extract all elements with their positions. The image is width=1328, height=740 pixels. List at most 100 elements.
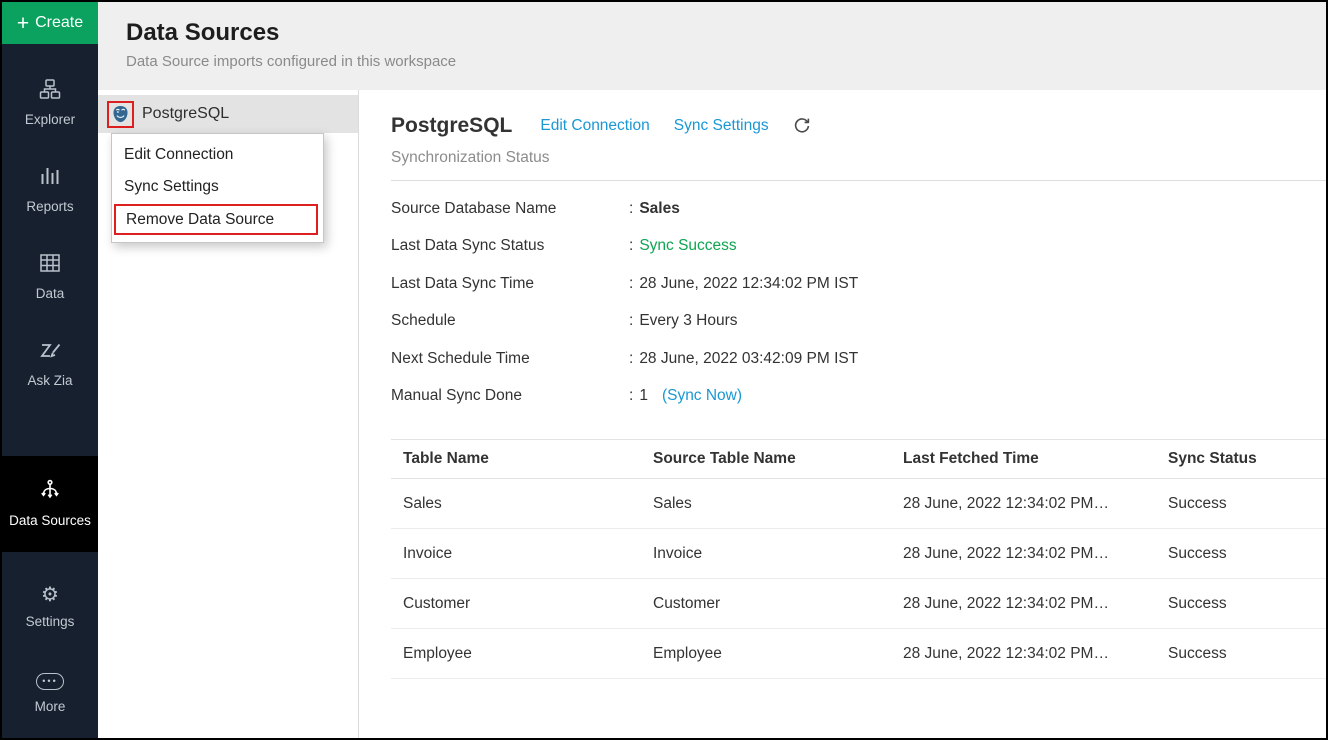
- sidebar-item-label: Explorer: [19, 111, 81, 129]
- sidebar-item-ask-zia[interactable]: Ask Zia: [2, 321, 98, 408]
- detail-value: Every 3 Hours: [639, 312, 737, 330]
- detail-row: Last Data Sync Time : 28 June, 2022 12:3…: [391, 265, 1326, 303]
- page-header: Data Sources Data Source imports configu…: [98, 2, 1326, 90]
- cell-sync-status: Success: [1156, 545, 1326, 563]
- sidebar-item-reports[interactable]: Reports: [2, 147, 98, 234]
- data-sources-icon: [39, 479, 61, 504]
- detail-title-row: PostgreSQL Edit Connection Sync Settings: [391, 114, 1326, 138]
- sidebar-spacer: [2, 408, 98, 456]
- cell-source-table-name: Invoice: [641, 545, 891, 563]
- menu-item-sync-settings[interactable]: Sync Settings: [112, 171, 323, 203]
- cell-last-fetched-time: 28 June, 2022 12:34:02 PM…: [891, 495, 1156, 513]
- cell-table-name: Sales: [391, 495, 641, 513]
- detail-label: Next Schedule Time: [391, 350, 629, 368]
- cell-source-table-name: Employee: [641, 645, 891, 663]
- table-row: Employee Employee 28 June, 2022 12:34:02…: [391, 629, 1326, 679]
- reports-icon: [39, 165, 61, 190]
- sources-panel: PostgreSQL Edit Connection Sync Settings…: [98, 90, 359, 738]
- source-item-postgresql[interactable]: PostgreSQL: [98, 95, 358, 133]
- detail-value: 1: [639, 387, 648, 405]
- col-header-sync-status: Sync Status: [1156, 450, 1326, 468]
- cell-sync-status: Success: [1156, 595, 1326, 613]
- col-header-table-name: Table Name: [391, 450, 641, 468]
- sidebar-nav: Explorer Reports Data: [2, 44, 98, 738]
- postgresql-icon: [111, 105, 130, 124]
- detail-row: Manual Sync Done : 1 (Sync Now): [391, 378, 1326, 416]
- refresh-icon[interactable]: [793, 117, 811, 135]
- cell-sync-status: Success: [1156, 495, 1326, 513]
- sidebar-item-data-sources[interactable]: Data Sources: [2, 456, 98, 552]
- cell-source-table-name: Sales: [641, 495, 891, 513]
- detail-separator: :: [629, 275, 633, 293]
- detail-row: Last Data Sync Status : Sync Success: [391, 228, 1326, 266]
- detail-label: Last Data Sync Status: [391, 237, 629, 255]
- cell-table-name: Invoice: [391, 545, 641, 563]
- detail-separator: :: [629, 237, 633, 255]
- sidebar-item-label: Data Sources: [3, 512, 97, 530]
- detail-value: 28 June, 2022 03:42:09 PM IST: [639, 350, 858, 368]
- col-header-last-fetched-time: Last Fetched Time: [891, 450, 1156, 468]
- sidebar-item-explorer[interactable]: Explorer: [2, 60, 98, 147]
- table-row: Invoice Invoice 28 June, 2022 12:34:02 P…: [391, 529, 1326, 579]
- detail-value: 28 June, 2022 12:34:02 PM IST: [639, 275, 858, 293]
- cell-table-name: Employee: [391, 645, 641, 663]
- gear-icon: ⚙: [41, 585, 59, 605]
- annotation-highlight-icon: [107, 101, 134, 128]
- explorer-icon: [39, 78, 61, 103]
- sidebar-item-label: Ask Zia: [21, 372, 78, 390]
- sidebar-item-data[interactable]: Data: [2, 234, 98, 321]
- detail-value: Sales: [639, 200, 680, 218]
- sync-details: Source Database Name : Sales Last Data S…: [391, 190, 1326, 415]
- divider: [391, 180, 1326, 181]
- menu-item-edit-connection[interactable]: Edit Connection: [112, 139, 323, 171]
- cell-last-fetched-time: 28 June, 2022 12:34:02 PM…: [891, 595, 1156, 613]
- content-area: PostgreSQL Edit Connection Sync Settings…: [98, 90, 1326, 738]
- cell-table-name: Customer: [391, 595, 641, 613]
- create-button[interactable]: + Create: [2, 2, 98, 44]
- page-title: Data Sources: [126, 19, 1326, 47]
- detail-separator: :: [629, 350, 633, 368]
- data-grid-icon: [39, 252, 61, 277]
- sidebar: + Create Explorer: [2, 2, 98, 738]
- cell-source-table-name: Customer: [641, 595, 891, 613]
- sidebar-item-label: More: [29, 698, 72, 716]
- col-header-source-table-name: Source Table Name: [641, 450, 891, 468]
- more-icon: •••: [36, 673, 64, 690]
- detail-label: Manual Sync Done: [391, 387, 629, 405]
- table-row: Sales Sales 28 June, 2022 12:34:02 PM… S…: [391, 479, 1326, 529]
- detail-value: Sync Success: [639, 237, 736, 255]
- source-detail: PostgreSQL Edit Connection Sync Settings…: [359, 90, 1326, 738]
- cell-sync-status: Success: [1156, 645, 1326, 663]
- detail-row: Source Database Name : Sales: [391, 190, 1326, 228]
- cell-last-fetched-time: 28 June, 2022 12:34:02 PM…: [891, 545, 1156, 563]
- context-menu: Edit Connection Sync Settings Remove Dat…: [111, 133, 324, 243]
- sidebar-item-settings[interactable]: ⚙ Settings: [2, 564, 98, 651]
- detail-separator: :: [629, 387, 633, 405]
- source-item-label: PostgreSQL: [142, 105, 229, 123]
- detail-title: PostgreSQL: [391, 114, 512, 138]
- create-label: Create: [35, 14, 83, 32]
- detail-label: Schedule: [391, 312, 629, 330]
- detail-row: Schedule : Every 3 Hours: [391, 303, 1326, 341]
- sync-settings-link[interactable]: Sync Settings: [674, 117, 769, 135]
- cell-last-fetched-time: 28 June, 2022 12:34:02 PM…: [891, 645, 1156, 663]
- right-side: Data Sources Data Source imports configu…: [98, 2, 1326, 738]
- tables-table: Table Name Source Table Name Last Fetche…: [391, 439, 1326, 679]
- sync-now-link[interactable]: (Sync Now): [662, 387, 742, 405]
- sidebar-item-label: Settings: [20, 613, 81, 631]
- table-row: Customer Customer 28 June, 2022 12:34:02…: [391, 579, 1326, 629]
- sidebar-item-label: Data: [30, 285, 71, 303]
- plus-icon: +: [17, 13, 29, 34]
- detail-separator: :: [629, 312, 633, 330]
- ask-zia-icon: [38, 339, 62, 364]
- section-title: Synchronization Status: [391, 149, 1326, 167]
- sidebar-item-more[interactable]: ••• More: [2, 651, 98, 738]
- detail-label: Last Data Sync Time: [391, 275, 629, 293]
- detail-separator: :: [629, 200, 633, 218]
- menu-item-remove-data-source[interactable]: Remove Data Source: [114, 204, 318, 235]
- page-subtitle: Data Source imports configured in this w…: [126, 53, 1326, 70]
- detail-row: Next Schedule Time : 28 June, 2022 03:42…: [391, 340, 1326, 378]
- detail-label: Source Database Name: [391, 200, 629, 218]
- data-sources-screen: + Create Explorer: [0, 0, 1328, 740]
- edit-connection-link[interactable]: Edit Connection: [540, 117, 649, 135]
